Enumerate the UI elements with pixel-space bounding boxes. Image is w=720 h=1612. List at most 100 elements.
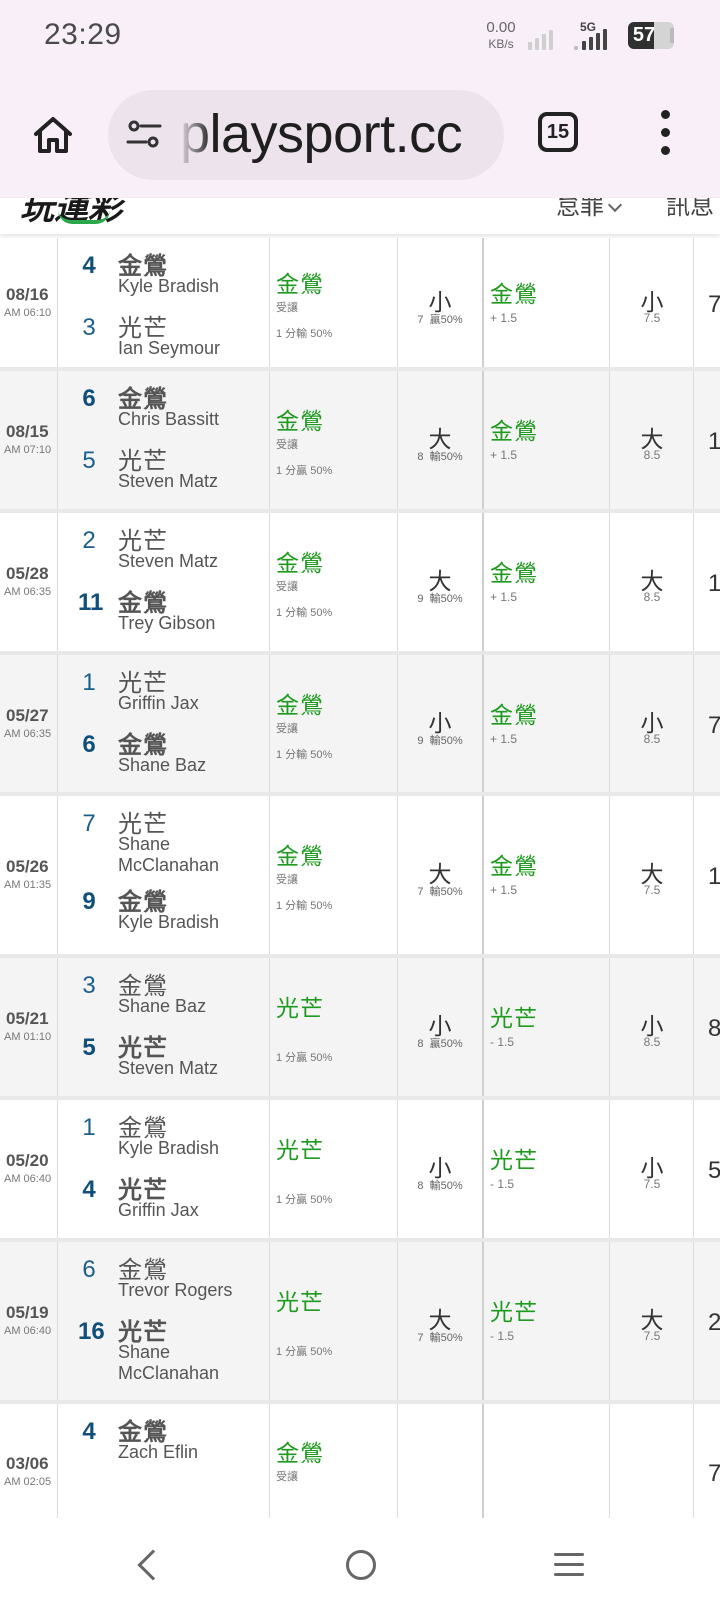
runline-pick-cell: 金鶯 + 1.5 — [484, 796, 610, 954]
table-row[interactable]: 05/26 AM 01:35 7 光芒 Shane McClanahan 9 金… — [0, 796, 720, 958]
runline-line: + 1.5 — [490, 732, 518, 746]
team-rank: 6 — [82, 385, 96, 412]
team-entry: 16 光芒 Shane McClanahan — [58, 1312, 270, 1383]
runline-line: + 1.5 — [490, 311, 518, 325]
table-row[interactable]: 05/21 AM 01:10 3 金鶯 Shane Baz 5 光芒 Steve… — [0, 958, 720, 1100]
game-date-cell: 08/16 AM 06:10 — [0, 238, 58, 367]
team-rank: 5 — [82, 1034, 96, 1061]
url-text[interactable]: playsport.cc — [180, 103, 463, 165]
game-date-cell: 03/06 AM 02:05 — [0, 1404, 58, 1518]
total-score: 13 — [708, 570, 720, 597]
team-rank: 9 — [82, 888, 96, 915]
runline-pick: 光芒 — [490, 1005, 538, 1031]
matchup-cell: 1 光芒 Griffin Jax 6 金鶯 Shane Baz — [58, 655, 270, 792]
tab-switcher-button[interactable]: 15 — [538, 112, 578, 152]
game-date: 05/20 — [6, 1151, 49, 1170]
runline-pick-cell: 光芒 - 1.5 — [484, 1242, 610, 1400]
total-score: 7 — [708, 291, 720, 318]
table-row[interactable]: 05/20 AM 06:40 1 金鶯 Kyle Bradish 4 光芒 Gr… — [0, 1100, 720, 1242]
back-icon[interactable] — [137, 1549, 169, 1581]
more-options-icon[interactable] — [654, 110, 678, 156]
starting-pitcher: Trevor Rogers — [118, 1280, 233, 1300]
site-settings-icon[interactable] — [126, 118, 162, 152]
team-entry: 5 光芒 Steven Matz — [58, 441, 270, 501]
home-circle-icon[interactable] — [346, 1550, 376, 1580]
game-date: 05/21 — [6, 1009, 49, 1028]
recents-icon[interactable] — [554, 1553, 584, 1577]
team-rank: 2 — [82, 527, 96, 554]
total-line-value: 8.5 — [643, 732, 661, 746]
team-rank: 6 — [82, 1256, 96, 1283]
spread-pick: 金鶯 — [276, 408, 324, 434]
team-rank: 5 — [82, 447, 96, 474]
chevron-down-icon — [607, 198, 623, 213]
game-time: AM 06:40 — [4, 1173, 52, 1185]
team-rank: 6 — [82, 731, 96, 758]
total-score: 5 — [708, 1157, 720, 1184]
address-bar[interactable]: playsport.cc — [108, 90, 504, 180]
site-nav-item-1[interactable]: 怠罪 — [556, 198, 604, 221]
total-score-cell: 7 — [694, 1404, 720, 1518]
total-line-cell — [610, 1404, 694, 1518]
spread-pick-note: 受讓 — [276, 1471, 298, 1483]
team-rank: 4 — [82, 1418, 96, 1445]
table-row[interactable]: 08/16 AM 06:10 4 金鶯 Kyle Bradish 3 光芒 Ia… — [0, 238, 720, 371]
total-pick-note: 7 輸50% — [417, 886, 463, 898]
table-row[interactable]: 08/15 AM 07:10 6 金鶯 Chris Bassitt 5 光芒 S… — [0, 371, 720, 513]
team-entry: 6 金鶯 Shane Baz — [58, 725, 270, 785]
spread-pick-cell: 金鶯 受讓 1 分輸 50% — [270, 796, 398, 954]
runline-pick-cell — [484, 1404, 610, 1518]
game-date-cell: 05/19 AM 06:40 — [0, 1242, 58, 1400]
starting-pitcher: Ian Seymour — [118, 338, 221, 358]
spread-pick-cell: 金鶯 受讓 1 分輸 50% — [270, 655, 398, 792]
spread-pick: 金鶯 — [276, 692, 324, 718]
total-score-cell: 10 — [694, 796, 720, 954]
total-pick-cell: 大 9 輸50% — [398, 513, 484, 651]
starting-pitcher: Shane McClanahan — [118, 834, 220, 875]
total-line-value: 7.5 — [643, 1177, 661, 1191]
team-entry: 3 金鶯 Shane Baz — [58, 966, 270, 1026]
table-row[interactable]: 05/27 AM 06:35 1 光芒 Griffin Jax 6 金鶯 Sha… — [0, 655, 720, 796]
network-speed-value: 0.00 — [486, 19, 516, 36]
spread-result-note: 1 分輸 50% — [276, 607, 333, 619]
total-score-cell: 5 — [694, 1100, 720, 1238]
table-row[interactable]: 03/06 AM 02:05 4 金鶯 Zach Eflin 金鶯 受讓 7 — [0, 1404, 720, 1518]
spread-pick-cell: 光芒 1 分贏 50% — [270, 1242, 398, 1400]
runline-line: + 1.5 — [490, 448, 518, 462]
total-score-cell: 7 — [694, 238, 720, 367]
total-line-value: 8.5 — [643, 448, 661, 462]
total-score-cell: 13 — [694, 513, 720, 651]
starting-pitcher: Griffin Jax — [118, 1200, 199, 1220]
table-row[interactable]: 05/19 AM 06:40 6 金鶯 Trevor Rogers 16 光芒 … — [0, 1242, 720, 1404]
matchup-cell: 7 光芒 Shane McClanahan 9 金鶯 Kyle Bradish — [58, 796, 270, 954]
total-line-value: 7.5 — [643, 1329, 661, 1343]
total-score-cell: 7 — [694, 655, 720, 792]
total-line-value: 8.5 — [643, 1035, 661, 1049]
game-date: 08/16 — [6, 285, 49, 304]
spread-pick-note: 受讓 — [276, 581, 298, 593]
spread-pick-cell: 光芒 1 分贏 50% — [270, 958, 398, 1096]
spread-pick-note: 受讓 — [276, 874, 298, 886]
game-date: 03/06 — [6, 1454, 49, 1473]
runline-pick-cell: 金鶯 + 1.5 — [484, 655, 610, 792]
spread-pick-note: 受讓 — [276, 723, 298, 735]
spread-result-note: 1 分輸 50% — [276, 900, 333, 912]
runline-pick: 光芒 — [490, 1299, 538, 1325]
total-pick-cell: 小 8 贏50% — [398, 958, 484, 1096]
spread-result-note: 1 分輸 50% — [276, 328, 333, 340]
starting-pitcher: Steven Matz — [118, 551, 219, 571]
table-row[interactable]: 05/28 AM 06:35 2 光芒 Steven Matz 11 金鶯 Tr… — [0, 513, 720, 655]
total-score-cell: 11 — [694, 371, 720, 509]
team-entry: 9 金鶯 Kyle Bradish — [58, 882, 270, 942]
home-icon[interactable] — [30, 112, 76, 158]
team-rank: 16 — [78, 1318, 105, 1345]
runline-line: - 1.5 — [490, 1329, 515, 1343]
clock: 23:29 — [44, 18, 122, 51]
game-date-cell: 05/28 AM 06:35 — [0, 513, 58, 651]
browser-toolbar: playsport.cc 15 — [0, 72, 720, 198]
spread-pick: 金鶯 — [276, 843, 324, 869]
site-nav-item-2[interactable]: 訊息 — [666, 198, 714, 221]
system-navigation-bar — [0, 1520, 720, 1612]
team-entry: 5 光芒 Steven Matz — [58, 1028, 270, 1088]
game-time: AM 06:10 — [4, 307, 52, 319]
